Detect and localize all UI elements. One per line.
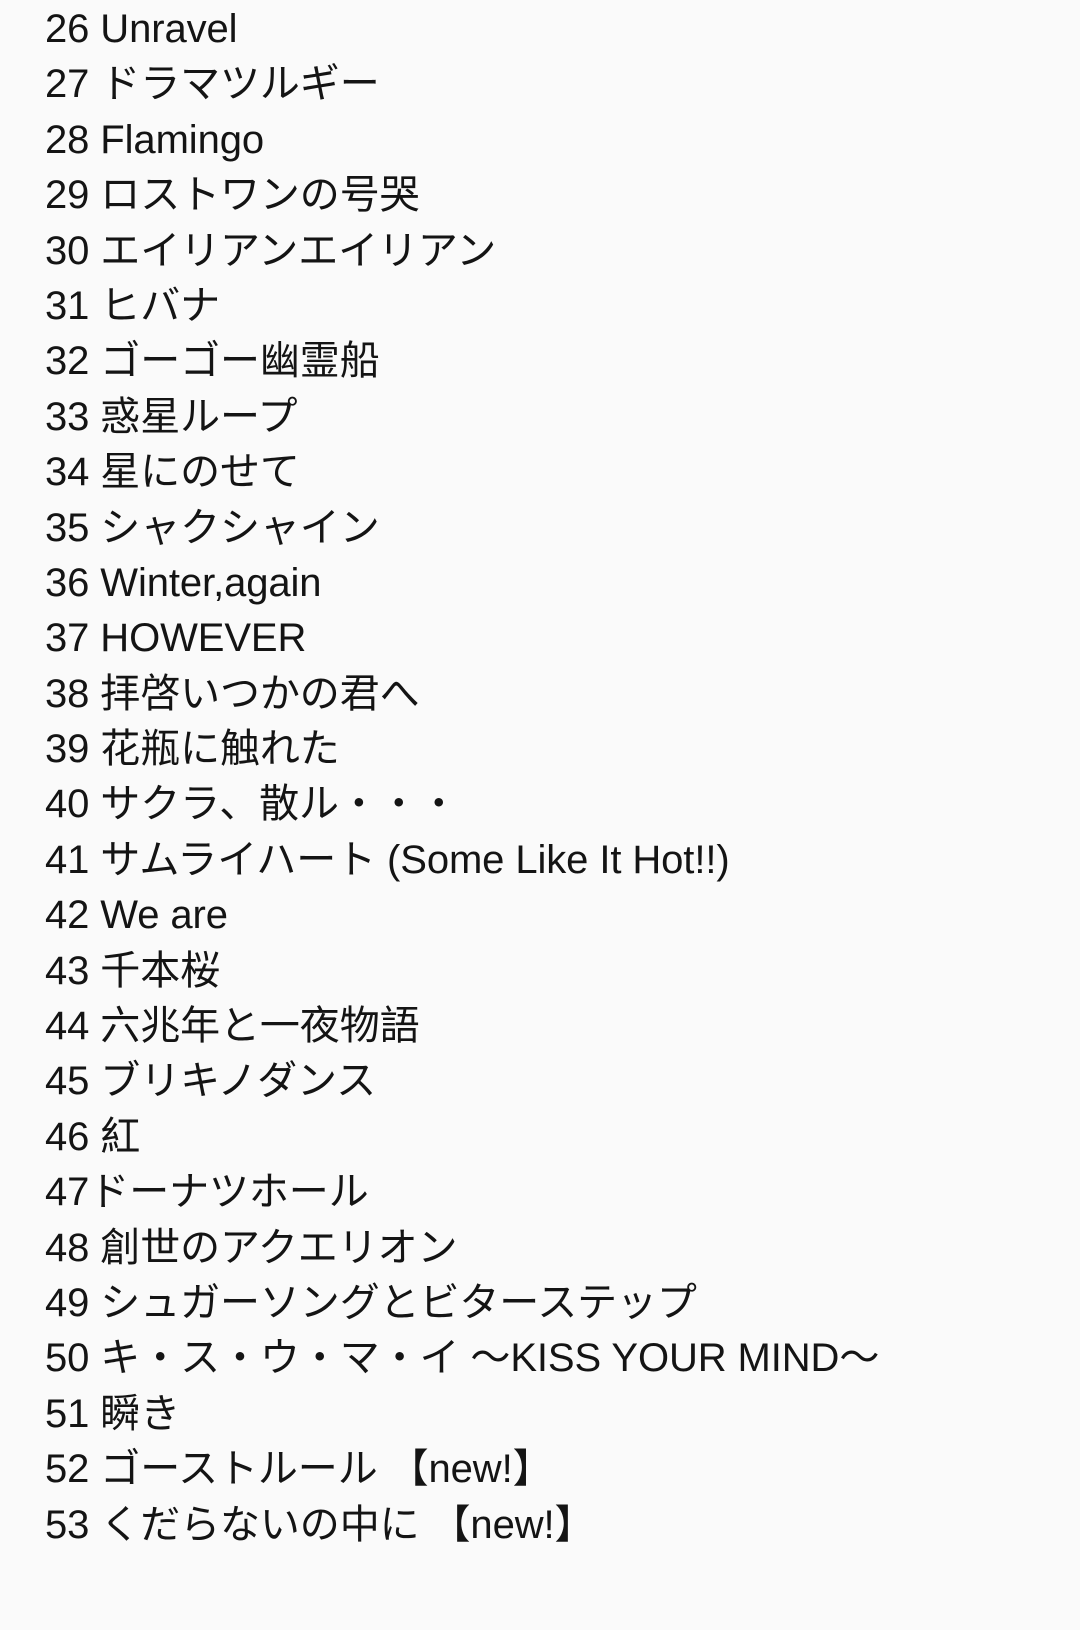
- list-item: 30 エイリアンエイリアン: [45, 224, 1080, 279]
- list-item-text: 30 エイリアンエイリアン: [45, 228, 497, 273]
- list-item-text: 38 拝啓いつかの君へ: [45, 671, 420, 716]
- list-item-text: 32 ゴーゴー幽霊船: [45, 339, 380, 384]
- list-item-text: 51 瞬き: [45, 1391, 181, 1436]
- list-item-text: 40 サクラ、散ル・・・: [45, 782, 459, 827]
- list-item-text: 37 HOWEVER: [45, 616, 307, 661]
- list-item-text: 49 シュガーソングとビターステップ: [45, 1280, 697, 1325]
- list-item: 49 シュガーソングとビターステップ: [45, 1276, 1080, 1331]
- list-item-text: 41 サムライハート (Some Like It Hot!!): [45, 837, 730, 882]
- list-item: 48 創世のアクエリオン: [45, 1221, 1080, 1276]
- list-item: 32 ゴーゴー幽霊船: [45, 334, 1080, 389]
- list-item: 33 惑星ループ: [45, 390, 1080, 445]
- list-item-text: 46 紅: [45, 1114, 141, 1159]
- list-item-text: 53 くだらないの中に 【new!】: [45, 1502, 595, 1547]
- list-item-text: 34 星にのせて: [45, 450, 300, 495]
- list-item: 47ドーナツホール: [45, 1165, 1080, 1220]
- list-item-text: 48 創世のアクエリオン: [45, 1225, 458, 1270]
- list-item-text: 26 Unravel: [45, 7, 238, 51]
- list-item-text: 47ドーナツホール: [45, 1170, 369, 1215]
- list-item-text: 35 シャクシャイン: [45, 505, 380, 550]
- list-item: 52 ゴーストルール 【new!】: [45, 1442, 1080, 1497]
- list-item: 35 シャクシャイン: [45, 501, 1080, 556]
- list-item-text: 29 ロストワンの号哭: [45, 173, 420, 218]
- list-item-text: 31 ヒバナ: [45, 283, 221, 328]
- song-list: 26 Unravel 27 ドラマツルギー 28 Flamingo 29 ロストワンの…: [0, 0, 1080, 1553]
- list-item-text: 28 Flamingo: [45, 117, 265, 162]
- list-item: 53 くだらないの中に 【new!】: [45, 1498, 1080, 1553]
- list-item: 36 Winter,again: [45, 556, 1080, 611]
- list-item-text: 33 惑星ループ: [45, 394, 298, 439]
- list-item-text: 27 ドラマツルギー: [45, 62, 380, 107]
- list-item: 42 We are: [45, 888, 1080, 943]
- list-item: 37 HOWEVER: [45, 611, 1080, 666]
- list-item: 40 サクラ、散ル・・・: [45, 777, 1080, 832]
- list-item-text: 43 千本桜: [45, 948, 221, 993]
- list-item-text: 36 Winter,again: [45, 560, 322, 605]
- list-item-text: 50 キ・ス・ウ・マ・イ 〜KISS YOUR MIND〜: [45, 1336, 880, 1381]
- list-item: 45 ブリキノダンス: [45, 1054, 1080, 1109]
- list-item: 38 拝啓いつかの君へ: [45, 667, 1080, 722]
- list-item: 51 瞬き: [45, 1387, 1080, 1442]
- list-item: 41 サムライハート (Some Like It Hot!!): [45, 833, 1080, 888]
- list-item: 29 ロストワンの号哭: [45, 168, 1080, 223]
- list-item: 44 六兆年と一夜物語: [45, 999, 1080, 1054]
- list-item: 43 千本桜: [45, 944, 1080, 999]
- list-item-text: 39 花瓶に触れた: [45, 727, 340, 772]
- list-item-text: 45 ブリキノダンス: [45, 1059, 377, 1104]
- list-item: 50 キ・ス・ウ・マ・イ 〜KISS YOUR MIND〜: [45, 1331, 1080, 1386]
- list-item: 46 紅: [45, 1110, 1080, 1165]
- list-item: 31 ヒバナ: [45, 279, 1080, 334]
- list-item-text: 42 We are: [45, 893, 228, 938]
- list-item: 34 星にのせて: [45, 445, 1080, 500]
- list-item: 27 ドラマツルギー: [45, 57, 1080, 112]
- list-item-text: 52 ゴーストルール 【new!】: [45, 1447, 553, 1492]
- list-item: 39 花瓶に触れた: [45, 722, 1080, 777]
- list-item-text: 44 六兆年と一夜物語: [45, 1004, 420, 1049]
- list-item: 26 Unravel: [45, 2, 1080, 57]
- list-item: 28 Flamingo: [45, 113, 1080, 168]
